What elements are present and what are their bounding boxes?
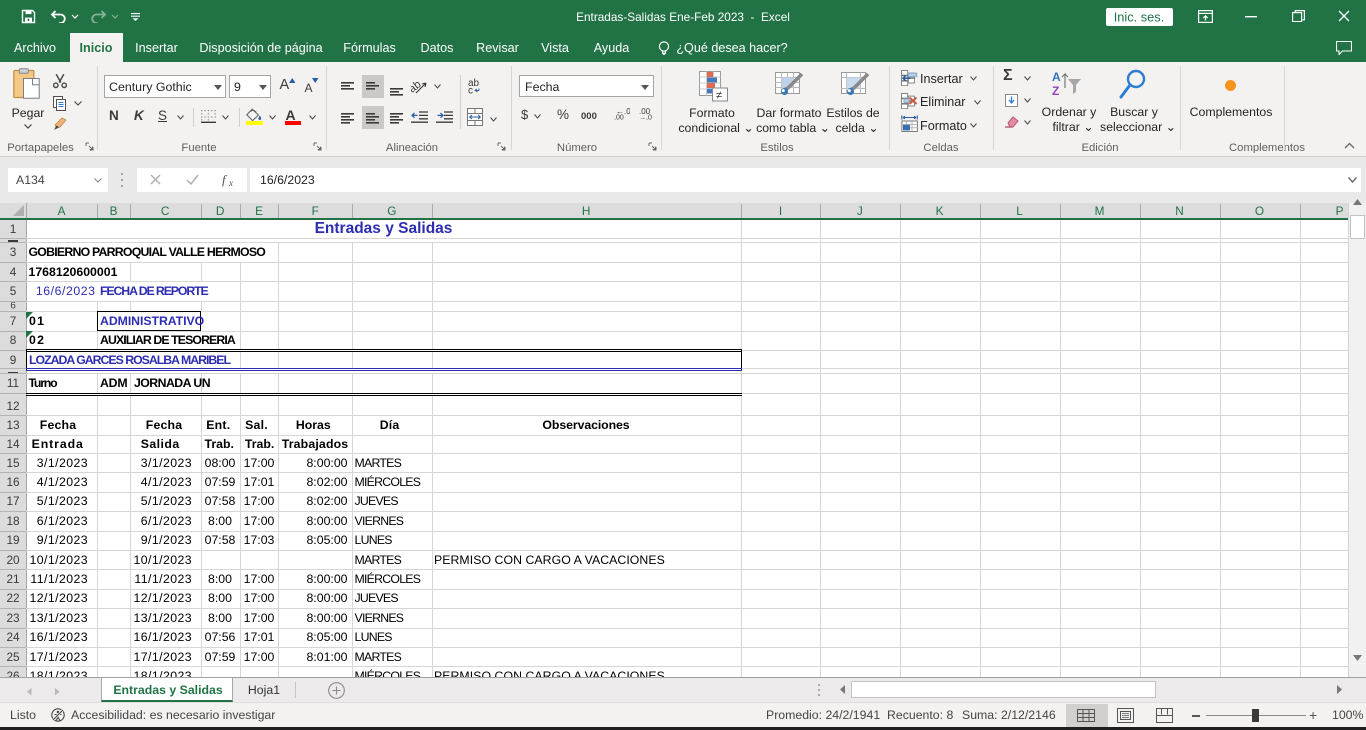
svg-text:c: c: [468, 86, 473, 95]
svg-text:≠: ≠: [716, 90, 722, 102]
svg-text:,00: ,00: [614, 115, 624, 121]
svg-text:f: f: [222, 172, 228, 187]
svg-text:x: x: [228, 178, 233, 187]
svg-text:Z: Z: [1052, 84, 1059, 98]
svg-text:→,0: →,0: [639, 115, 652, 121]
svg-text:A: A: [1052, 70, 1061, 84]
